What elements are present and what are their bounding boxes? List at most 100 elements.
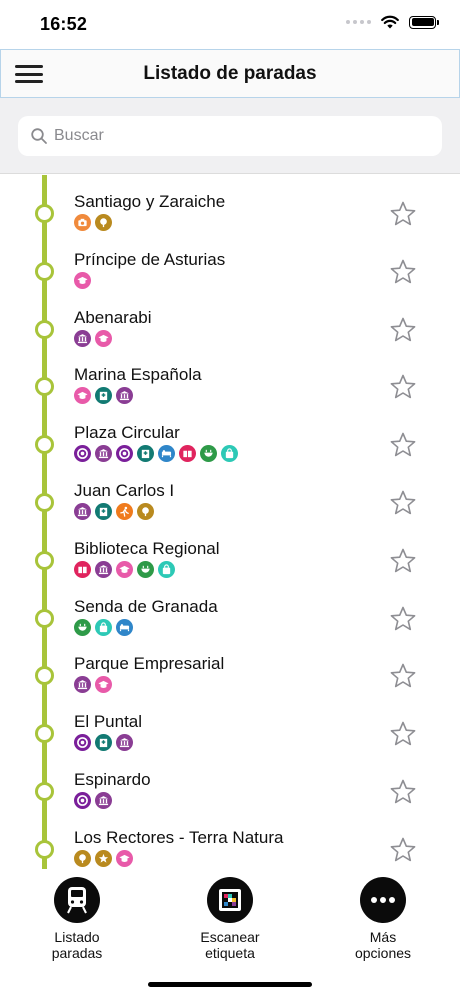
- navigation-bar: Listado de paradas: [0, 49, 460, 98]
- signal-icon: [346, 20, 371, 24]
- poi-icons: [74, 792, 112, 809]
- favorite-star-icon[interactable]: [390, 259, 416, 285]
- poi-icons: [74, 676, 112, 694]
- tab-listado-paradas[interactable]: Listado paradas: [17, 877, 137, 961]
- stop-name: Juan Carlos I: [74, 481, 175, 500]
- stop-node-icon: [35, 377, 54, 397]
- stop-row[interactable]: Senda de Granada: [0, 585, 460, 643]
- museum-icon: [95, 445, 112, 463]
- museum-icon: [116, 734, 133, 752]
- stop-name: Santiago y Zaraiche: [74, 192, 226, 211]
- poi-icons: [74, 849, 133, 867]
- camera-icon: [74, 214, 91, 231]
- shopping-icon: [221, 445, 238, 463]
- status-icons: [346, 15, 439, 29]
- search-area: [0, 98, 460, 174]
- stop-node-icon: [35, 550, 54, 570]
- stop-name: Parque Empresarial: [74, 654, 225, 674]
- hospital-icon: [95, 387, 112, 405]
- status-bar: 16:52: [0, 0, 460, 50]
- search-box[interactable]: [18, 116, 442, 156]
- stop-name: Biblioteca Regional: [74, 538, 220, 558]
- poi-icons: [74, 271, 91, 289]
- museum-icon: [95, 792, 112, 809]
- stop-row[interactable]: Juan Carlos I: [0, 469, 460, 527]
- zoo-icon: [95, 849, 112, 867]
- stop-node-icon: [35, 435, 54, 455]
- restaurant-icon: [137, 560, 154, 578]
- home-indicator: [148, 982, 312, 987]
- more-options-icon: [360, 877, 406, 923]
- tram-icon: [54, 877, 100, 923]
- stop-row[interactable]: Marina Española: [0, 353, 460, 411]
- poi-icons: [74, 214, 112, 231]
- stop-row[interactable]: Espinardo: [0, 758, 460, 816]
- poi-icons: [74, 560, 175, 578]
- favorite-star-icon[interactable]: [390, 606, 416, 632]
- stop-name: Senda de Granada: [74, 596, 218, 616]
- university-icon: [116, 849, 133, 867]
- stop-name: Espinardo: [74, 770, 151, 789]
- page-title: Listado de paradas: [143, 63, 317, 84]
- stop-row[interactable]: Abenarabi: [0, 296, 460, 354]
- sport-icon: [116, 503, 133, 520]
- favorite-star-icon[interactable]: [390, 721, 416, 747]
- stop-row[interactable]: El Puntal: [0, 700, 460, 758]
- qr-scan-icon: [207, 877, 253, 923]
- favorite-star-icon[interactable]: [390, 201, 416, 227]
- restaurant-icon: [74, 618, 91, 636]
- poi-icons: [74, 618, 133, 636]
- poi-icons: [74, 734, 133, 752]
- status-time: 16:52: [40, 14, 88, 34]
- hotel-icon: [158, 445, 175, 463]
- tab-label-line2: etiqueta: [205, 945, 255, 961]
- stop-row[interactable]: Santiago y Zaraiche: [0, 180, 460, 238]
- favorite-star-icon[interactable]: [390, 837, 416, 863]
- poi-icons: [74, 329, 112, 347]
- stop-node-icon: [35, 666, 54, 686]
- stop-name: Plaza Circular: [74, 423, 180, 443]
- stop-name: Abenarabi: [74, 307, 152, 327]
- metro-icon: [116, 445, 133, 463]
- museum-icon: [74, 329, 91, 347]
- poi-icons: [74, 387, 133, 405]
- university-icon: [74, 387, 91, 405]
- stop-row[interactable]: Biblioteca Regional: [0, 527, 460, 585]
- museum-icon: [95, 560, 112, 578]
- favorite-star-icon[interactable]: [390, 779, 416, 805]
- stop-list[interactable]: Santiago y Zaraiche Príncipe de Asturias A…: [0, 175, 460, 869]
- university-icon: [74, 271, 91, 289]
- hospital-icon: [95, 503, 112, 520]
- stop-row[interactable]: Los Rectores - Terra Natura: [0, 816, 460, 869]
- favorite-star-icon[interactable]: [390, 374, 416, 400]
- museum-icon: [116, 387, 133, 405]
- stop-node-icon: [35, 204, 54, 223]
- university-icon: [116, 560, 133, 578]
- tab-label-line1: Escanear: [200, 929, 260, 945]
- favorite-star-icon[interactable]: [390, 432, 416, 458]
- favorite-star-icon[interactable]: [390, 663, 416, 689]
- hotel-icon: [116, 618, 133, 636]
- stop-row[interactable]: Parque Empresarial: [0, 642, 460, 700]
- favorite-star-icon[interactable]: [390, 490, 416, 516]
- search-input[interactable]: [54, 127, 414, 145]
- shopping-icon: [158, 560, 175, 578]
- poi-icons: [74, 445, 238, 463]
- tab-label-line2: paradas: [51, 945, 103, 961]
- stop-row[interactable]: Príncipe de Asturias: [0, 238, 460, 296]
- stop-node-icon: [35, 319, 54, 339]
- tab-label-line2: opciones: [354, 945, 412, 961]
- park-icon: [74, 849, 91, 867]
- favorite-star-icon[interactable]: [390, 548, 416, 574]
- university-icon: [95, 329, 112, 347]
- tab-label-line1: Listado: [54, 929, 100, 945]
- restaurant-icon: [200, 445, 217, 463]
- stop-node-icon: [35, 261, 54, 281]
- search-icon: [31, 128, 47, 144]
- favorite-star-icon[interactable]: [390, 317, 416, 343]
- hospital-icon: [95, 734, 112, 752]
- park-icon: [95, 214, 112, 231]
- stop-row[interactable]: Plaza Circular: [0, 411, 460, 469]
- tab-escanear-etiqueta[interactable]: Escanear etiqueta: [170, 877, 290, 961]
- tab-mas-opciones[interactable]: Más opciones: [323, 877, 443, 961]
